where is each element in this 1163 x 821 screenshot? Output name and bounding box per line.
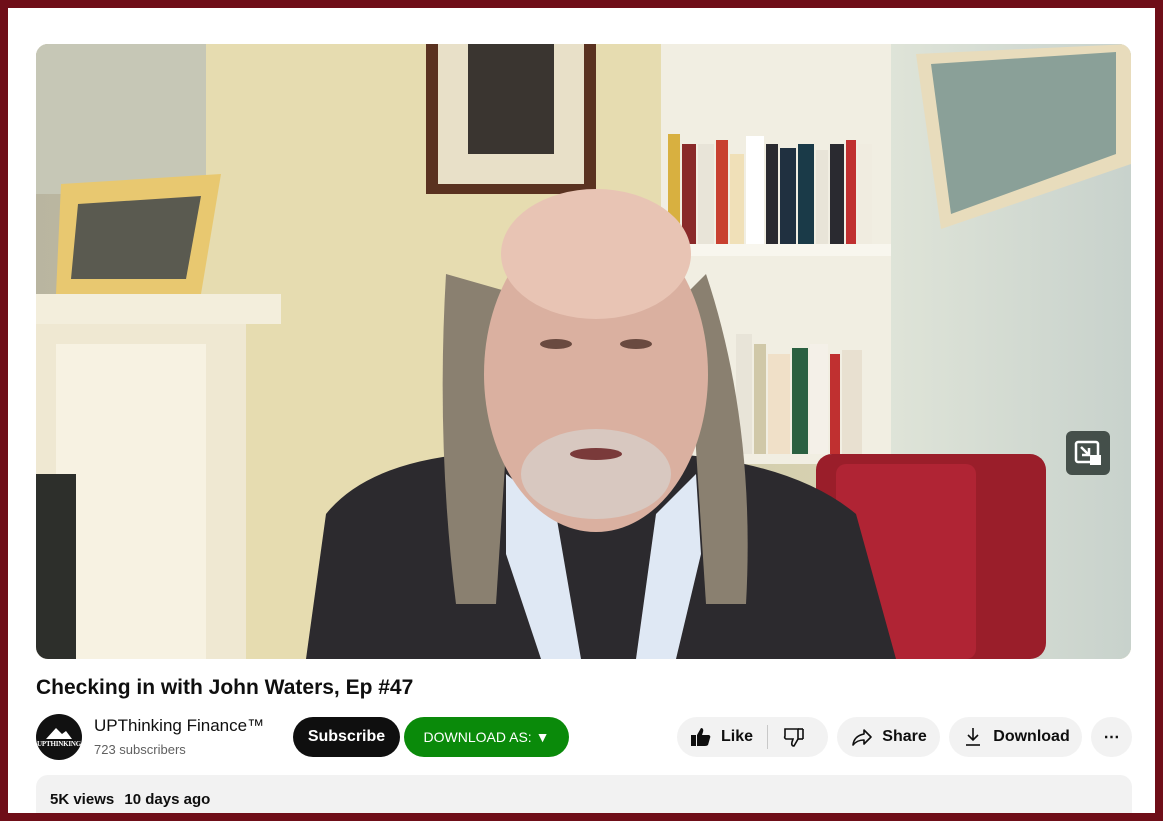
- subscriber-count: 723 subscribers: [94, 742, 186, 757]
- miniplayer-button[interactable]: [1066, 431, 1110, 475]
- download-icon: [966, 728, 981, 746]
- thumbs-down-icon: [783, 728, 804, 747]
- thumbs-up-icon: [691, 728, 711, 746]
- channel-name[interactable]: UPThinking Finance™: [94, 716, 264, 736]
- subscribe-button[interactable]: Subscribe: [293, 717, 400, 757]
- video-player[interactable]: [36, 44, 1131, 659]
- channel-avatar[interactable]: UPTHINKING: [36, 714, 82, 760]
- avatar-logo-text: UPTHINKING: [37, 740, 81, 748]
- dislike-button[interactable]: [768, 717, 806, 757]
- miniplayer-icon: [1074, 440, 1101, 465]
- description-meta: 5K views 10 days ago: [50, 791, 210, 808]
- view-count: 5K views: [50, 791, 115, 808]
- video-title: Checking in with John Waters, Ep #47: [36, 676, 414, 699]
- download-button[interactable]: Download: [949, 717, 1082, 757]
- share-arrow-icon: [852, 729, 873, 746]
- like-button[interactable]: Like: [677, 717, 753, 757]
- page-frame: Checking in with John Waters, Ep #47 UPT…: [8, 8, 1155, 813]
- like-label: Like: [721, 728, 754, 745]
- upload-date: 10 days ago: [124, 791, 211, 808]
- description-box[interactable]: 5K views 10 days ago: [36, 775, 1132, 813]
- more-actions-button[interactable]: ⋯: [1091, 717, 1132, 757]
- share-label: Share: [882, 728, 927, 745]
- download-as-button[interactable]: DOWNLOAD AS: ▼: [404, 717, 569, 757]
- like-dislike-group: Like: [677, 717, 828, 757]
- share-button[interactable]: Share: [837, 717, 940, 757]
- more-horizontal-icon: ⋯: [1103, 729, 1120, 746]
- mountain-logo-icon: [46, 728, 72, 739]
- video-frame: [36, 44, 1131, 659]
- download-label: Download: [993, 728, 1070, 745]
